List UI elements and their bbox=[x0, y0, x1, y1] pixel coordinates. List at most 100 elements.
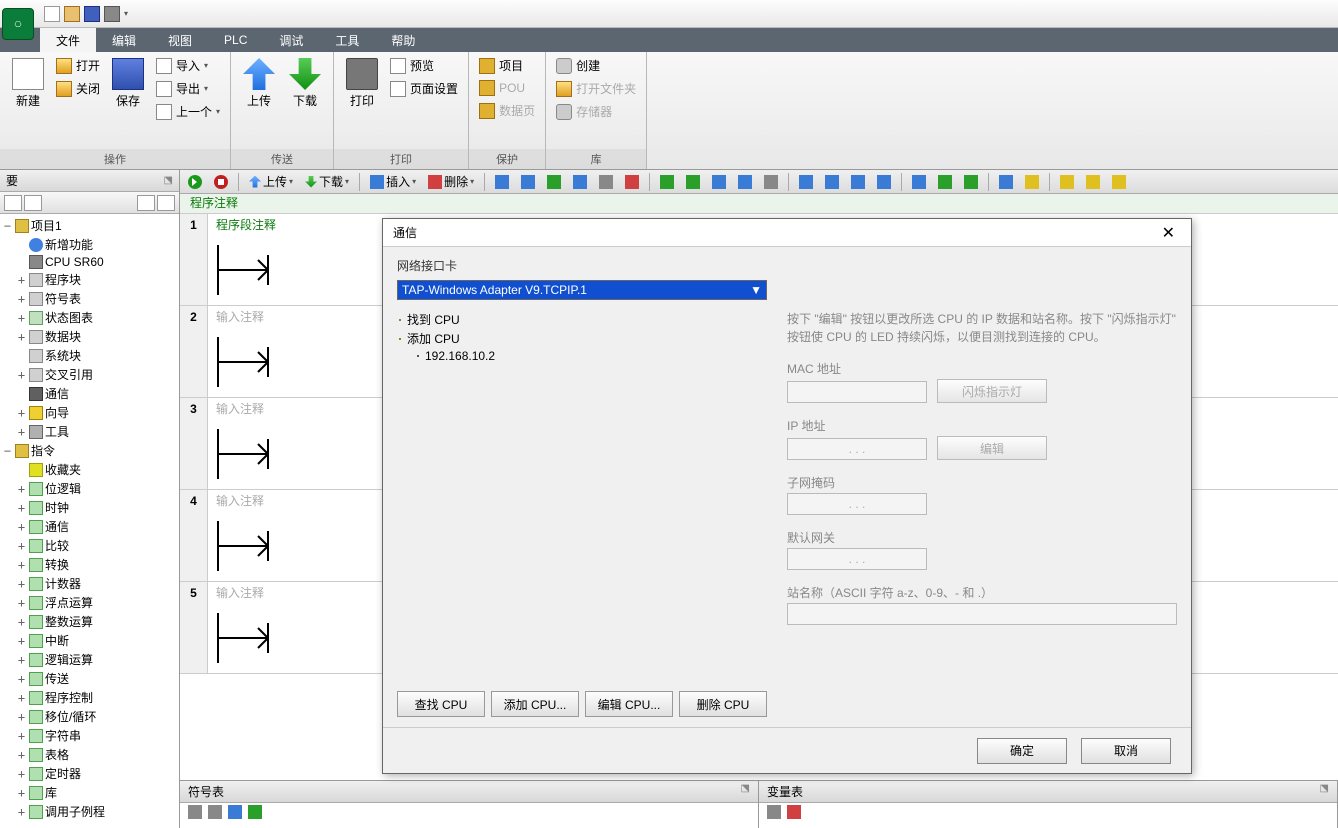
tab-debug[interactable]: 调试 bbox=[263, 28, 319, 52]
print-icon[interactable] bbox=[104, 6, 120, 22]
tool-button[interactable] bbox=[795, 173, 817, 191]
tool-button[interactable] bbox=[995, 173, 1017, 191]
create-button[interactable]: 创建 bbox=[554, 56, 638, 75]
tree-root[interactable]: −项目1 bbox=[2, 216, 177, 235]
tree-item[interactable]: +逻辑运算 bbox=[2, 650, 177, 669]
tool-button[interactable] bbox=[821, 173, 843, 191]
view-tab-2[interactable] bbox=[24, 195, 42, 211]
tree-item[interactable]: 新增功能 bbox=[2, 235, 177, 254]
tool-icon[interactable] bbox=[188, 805, 202, 819]
tree-item[interactable]: +字符串 bbox=[2, 726, 177, 745]
cpu-ip-item[interactable]: 192.168.10.2 bbox=[397, 348, 767, 364]
tree-item[interactable]: +工具 bbox=[2, 422, 177, 441]
import-button[interactable]: 导入▾ bbox=[154, 56, 222, 75]
upload-button[interactable]: 上传▾ bbox=[245, 171, 297, 192]
tree-item[interactable]: +定时器 bbox=[2, 764, 177, 783]
flash-led-button[interactable]: 闪烁指示灯 bbox=[937, 379, 1047, 403]
tree-item[interactable]: +程序控制 bbox=[2, 688, 177, 707]
tool-button[interactable] bbox=[682, 173, 704, 191]
cpu-tree[interactable]: 找到 CPU 添加 CPU 192.168.10.2 bbox=[397, 306, 767, 685]
tool-button[interactable] bbox=[1056, 173, 1078, 191]
pagesetup-button[interactable]: 页面设置 bbox=[388, 79, 460, 98]
stop-button[interactable] bbox=[210, 173, 232, 191]
tool-button[interactable] bbox=[708, 173, 730, 191]
tool-button[interactable] bbox=[960, 173, 982, 191]
tool-button[interactable] bbox=[934, 173, 956, 191]
view-tab-1[interactable] bbox=[4, 195, 22, 211]
run-button[interactable] bbox=[184, 173, 206, 191]
prev-button[interactable]: 上一个▾ bbox=[154, 102, 222, 121]
tree-item[interactable]: 收藏夹 bbox=[2, 460, 177, 479]
tool-button[interactable] bbox=[1082, 173, 1104, 191]
edit-cpu-button[interactable]: 编辑 CPU... bbox=[585, 691, 673, 717]
tree-item[interactable]: 通信 bbox=[2, 384, 177, 403]
program-comment[interactable]: 程序注释 bbox=[180, 192, 1338, 214]
tool-button[interactable] bbox=[595, 173, 617, 191]
tool-button[interactable] bbox=[491, 173, 513, 191]
pou-button[interactable]: POU bbox=[477, 79, 537, 97]
tool-button[interactable] bbox=[734, 173, 756, 191]
tab-plc[interactable]: PLC bbox=[208, 28, 263, 52]
tree-item[interactable]: +交叉引用 bbox=[2, 365, 177, 384]
save-button[interactable]: 保存 bbox=[108, 56, 148, 111]
tool-button[interactable] bbox=[569, 173, 591, 191]
add-cpu-item[interactable]: 添加 CPU bbox=[397, 329, 767, 348]
tree-item[interactable]: +计数器 bbox=[2, 574, 177, 593]
tree-item[interactable]: +传送 bbox=[2, 669, 177, 688]
tool-icon[interactable] bbox=[767, 805, 781, 819]
tree-item[interactable]: +浮点运算 bbox=[2, 593, 177, 612]
tool-button[interactable] bbox=[873, 173, 895, 191]
delete-cpu-button[interactable]: 删除 CPU bbox=[679, 691, 767, 717]
view-tab-4[interactable] bbox=[157, 195, 175, 211]
tree-item[interactable]: +库 bbox=[2, 783, 177, 802]
tool-button[interactable] bbox=[908, 173, 930, 191]
edit-button[interactable]: 编辑 bbox=[937, 436, 1047, 460]
tree-root-instructions[interactable]: −指令 bbox=[2, 441, 177, 460]
download-button[interactable]: 下载▾ bbox=[301, 171, 353, 192]
find-cpu-button[interactable]: 查找 CPU bbox=[397, 691, 485, 717]
new-icon[interactable] bbox=[44, 6, 60, 22]
nic-select[interactable]: TAP-Windows Adapter V9.TCPIP.1 ▼ bbox=[397, 280, 767, 300]
close-button[interactable]: ✕ bbox=[1156, 223, 1181, 243]
tool-button[interactable] bbox=[656, 173, 678, 191]
tab-edit[interactable]: 编辑 bbox=[96, 28, 152, 52]
app-icon[interactable]: ⎔ bbox=[2, 8, 34, 40]
find-cpu-item[interactable]: 找到 CPU bbox=[397, 310, 767, 329]
storage-button[interactable]: 存储器 bbox=[554, 102, 638, 121]
qat-dropdown-icon[interactable]: ▾ bbox=[124, 9, 128, 18]
tree-item[interactable]: +符号表 bbox=[2, 289, 177, 308]
tree-item[interactable]: +调用子例程 bbox=[2, 802, 177, 821]
tree-item[interactable]: +位逻辑 bbox=[2, 479, 177, 498]
tree-item[interactable]: +移位/循环 bbox=[2, 707, 177, 726]
tree-item[interactable]: +表格 bbox=[2, 745, 177, 764]
insert-button[interactable]: 插入▾ bbox=[366, 171, 420, 192]
tab-view[interactable]: 视图 bbox=[152, 28, 208, 52]
tree-item[interactable]: 系统块 bbox=[2, 346, 177, 365]
tool-button[interactable] bbox=[543, 173, 565, 191]
pin-icon[interactable]: ⬔ bbox=[164, 175, 173, 186]
project-button[interactable]: 项目 bbox=[477, 56, 537, 75]
tree-item[interactable]: +整数运算 bbox=[2, 612, 177, 631]
tree-item[interactable]: CPU SR60 bbox=[2, 254, 177, 270]
tool-button[interactable] bbox=[760, 173, 782, 191]
tool-icon[interactable] bbox=[248, 805, 262, 819]
tree-item[interactable]: +中断 bbox=[2, 631, 177, 650]
cancel-button[interactable]: 取消 bbox=[1081, 738, 1171, 764]
tab-tools[interactable]: 工具 bbox=[319, 28, 375, 52]
download-button[interactable]: 下载 bbox=[285, 56, 325, 111]
tool-icon[interactable] bbox=[208, 805, 222, 819]
tree-item[interactable]: +向导 bbox=[2, 403, 177, 422]
delete-button[interactable]: 删除▾ bbox=[424, 171, 478, 192]
tree-item[interactable]: +转换 bbox=[2, 555, 177, 574]
open-icon[interactable] bbox=[64, 6, 80, 22]
tab-help[interactable]: 帮助 bbox=[375, 28, 431, 52]
pin-icon[interactable]: ⬔ bbox=[741, 783, 750, 800]
add-cpu-button[interactable]: 添加 CPU... bbox=[491, 691, 579, 717]
pin-icon[interactable]: ⬔ bbox=[1320, 783, 1329, 800]
open-button[interactable]: 打开 bbox=[54, 56, 102, 75]
new-button[interactable]: 新建 bbox=[8, 56, 48, 111]
preview-button[interactable]: 预览 bbox=[388, 56, 460, 75]
dialog-titlebar[interactable]: 通信 ✕ bbox=[383, 219, 1191, 247]
tool-icon[interactable] bbox=[228, 805, 242, 819]
tree-item[interactable]: +通信 bbox=[2, 517, 177, 536]
